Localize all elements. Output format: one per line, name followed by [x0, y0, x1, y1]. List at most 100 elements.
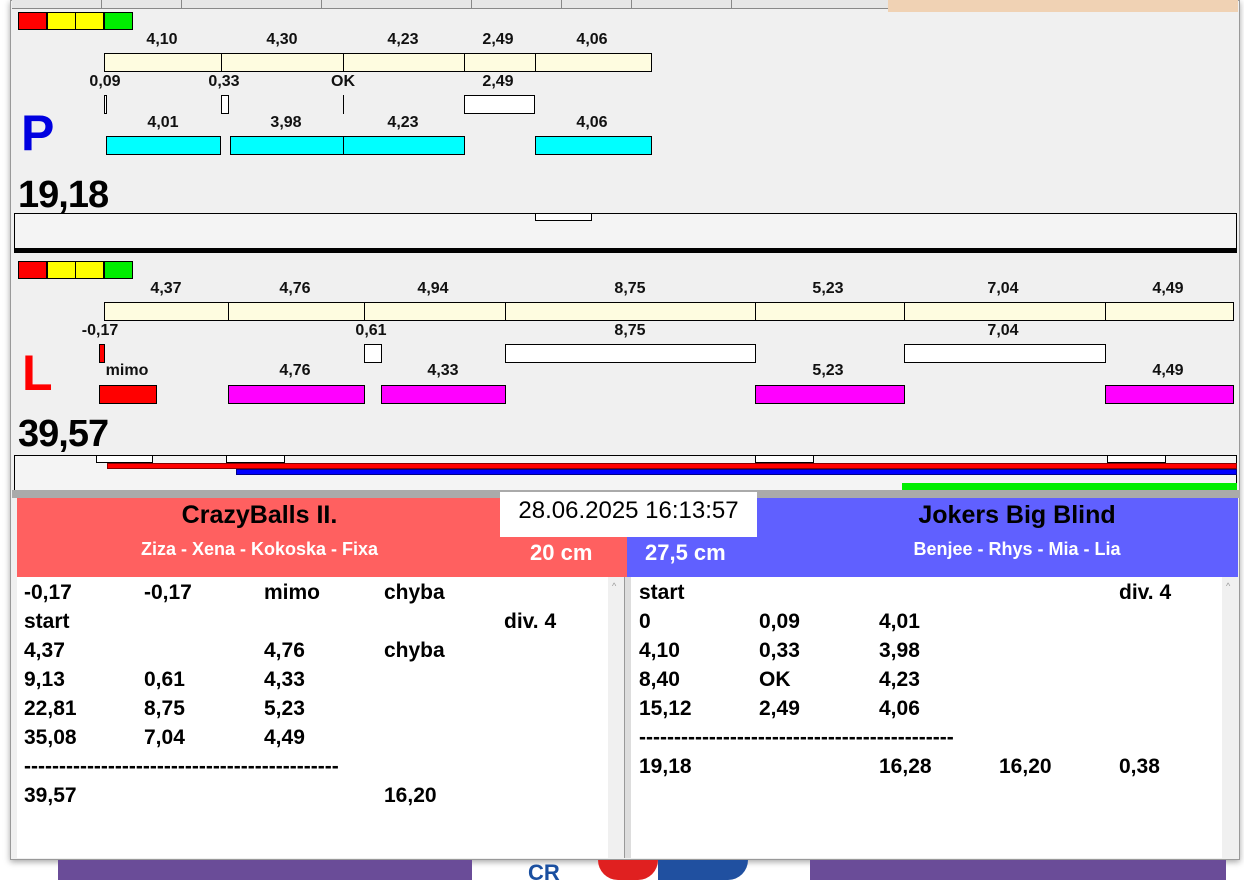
log-cell: 22,81: [24, 697, 77, 720]
right-team-name: Jokers Big Blind: [918, 501, 1116, 529]
log-cell: 4,49: [264, 726, 305, 749]
log-cell: ----------------------------------------…: [639, 726, 954, 749]
log-cell: 8,75: [144, 697, 185, 720]
right-team-players: Benjee - Rhys - Mia - Lia: [913, 539, 1121, 559]
log-cell: 4,06: [879, 697, 920, 720]
log-cell: 39,57: [24, 784, 77, 807]
status-yellow: [47, 12, 76, 30]
l-gap-bar: [904, 344, 1106, 363]
p-shot-label: 4,30: [266, 31, 298, 48]
p-gap-bar: [343, 95, 344, 114]
log-cell: 16,20: [384, 784, 437, 807]
p-gap-bar: [104, 95, 107, 114]
log-cell: 4,37: [24, 639, 65, 662]
l-shot-bar: [1105, 302, 1234, 321]
scroll-up-icon[interactable]: ^: [612, 581, 616, 591]
right-team-progress: [236, 469, 1237, 475]
l-gap-bar: [364, 344, 382, 363]
p-throw-bar: [230, 136, 344, 155]
log-cell: 3,98: [879, 639, 920, 662]
p-shot-bar: [464, 53, 536, 72]
p-shot-bar: [104, 53, 222, 72]
log-cell: 16,28: [879, 755, 932, 778]
left-scrollbar[interactable]: ^: [608, 577, 624, 858]
left-team-log[interactable]: -0,17 -0,17 mimo chyba start div. 4 4,37 4,76 ch…: [17, 577, 608, 858]
l-shot-bar: [228, 302, 365, 321]
l-gap-label: 8,75: [614, 322, 646, 339]
l-throw-bar: [1105, 385, 1234, 404]
log-cell: OK: [759, 668, 791, 691]
p-throw-label: 3,98: [270, 114, 302, 131]
log-cell: start: [24, 610, 70, 633]
log-cell: 15,12: [639, 697, 692, 720]
l-throw-bar: [381, 385, 506, 404]
log-cell: 7,04: [144, 726, 185, 749]
scroll-up-icon[interactable]: ^: [1226, 581, 1230, 591]
status-yellow: [75, 261, 104, 279]
log-cell: -0,17: [24, 581, 72, 604]
l-throw-bar: [228, 385, 365, 404]
log-cell: 0,09: [759, 610, 800, 633]
p-track-marker: [535, 213, 592, 221]
p-throw-label: 4,06: [576, 114, 608, 131]
l-total: 39,57: [18, 413, 109, 455]
l-shot-label: 4,49: [1152, 280, 1184, 297]
status-green: [104, 12, 133, 30]
log-cell: 4,01: [879, 610, 920, 633]
status-green: [104, 261, 133, 279]
background-banner: [58, 860, 472, 880]
log-cell: chyba: [384, 581, 445, 604]
l-throw-label: 4,49: [1152, 362, 1184, 379]
l-shot-bar: [904, 302, 1106, 321]
status-yellow: [75, 12, 104, 30]
l-shot-label: 4,37: [150, 280, 182, 297]
left-team-players: Ziza - Xena - Kokoska - Fixa: [140, 539, 379, 559]
l-shot-label: 4,94: [417, 280, 449, 297]
right-team-distance: 27,5 cm: [645, 540, 726, 565]
right-team-log[interactable]: start div. 4 0 0,09 4,01 4,10 0,33 3,98 8,40 OK 4,…: [631, 577, 1222, 858]
l-shot-bar: [755, 302, 905, 321]
status-red: [18, 261, 47, 279]
p-throw-bar: [535, 136, 652, 155]
l-shot-label: 5,23: [812, 280, 844, 297]
l-gap-label: 7,04: [987, 322, 1019, 339]
l-track-marker: [1107, 455, 1166, 463]
status-red: [18, 12, 47, 30]
p-gap-bar: [464, 95, 535, 114]
header-accent: [888, 0, 1238, 12]
log-cell: 0,61: [144, 668, 185, 691]
tab-strip[interactable]: [12, 0, 888, 9]
log-cell: 19,18: [639, 755, 692, 778]
l-shot-label: 7,04: [987, 280, 1019, 297]
right-scrollbar[interactable]: ^: [1222, 577, 1238, 858]
background-banner: [810, 860, 1226, 880]
p-gap-label: 0,09: [89, 73, 121, 90]
p-gap-label: 2,49: [482, 73, 514, 90]
log-cell: 35,08: [24, 726, 77, 749]
log-cell: 5,23: [264, 697, 305, 720]
l-gap-label: 0,61: [355, 322, 387, 339]
log-cell: 4,33: [264, 668, 305, 691]
p-shot-label: 4,06: [576, 31, 608, 48]
log-cell: 4,10: [639, 639, 680, 662]
l-throw-bar: [755, 385, 905, 404]
p-shot-label: 4,10: [146, 31, 178, 48]
p-throw-label: 4,23: [387, 114, 419, 131]
l-shot-bar: [505, 302, 756, 321]
background-logo: CR: [528, 860, 753, 885]
log-cell: 0,38: [1119, 755, 1160, 778]
log-cell: mimo: [264, 581, 321, 604]
l-track-marker: [755, 455, 814, 463]
p-throw-bar: [343, 136, 465, 155]
l-gap-label: -0,17: [81, 322, 119, 339]
log-cell: div. 4: [504, 610, 557, 633]
l-throw-label: 4,76: [279, 362, 311, 379]
log-cell: -0,17: [144, 581, 192, 604]
difference-progress: [902, 483, 1237, 490]
datetime: 28.06.2025 16:13:57: [500, 492, 757, 537]
left-team-distance: 20 cm: [530, 540, 593, 565]
p-gap-label: OK: [331, 73, 355, 90]
l-shot-label: 4,76: [279, 280, 311, 297]
l-shot-bar: [104, 302, 229, 321]
p-track: [14, 213, 1237, 248]
